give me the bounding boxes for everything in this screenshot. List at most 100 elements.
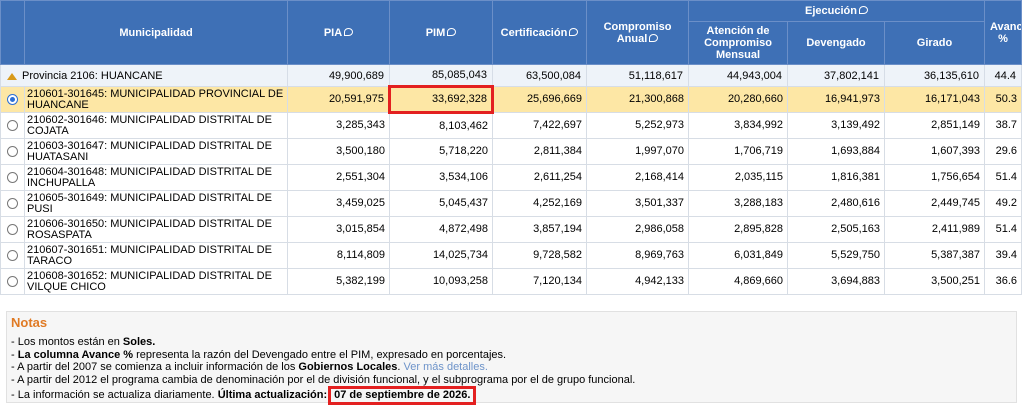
table-row[interactable]: 210606-301650: MUNICIPALIDAD DISTRITAL D… [0,216,1022,243]
row-atencion: 1,706,719 [688,138,788,165]
header-pim[interactable]: PIM [389,0,493,65]
row-radio-button[interactable] [7,197,18,209]
note-item: A partir del 2012 el programa cambia de … [11,374,1016,387]
last-update-date: 07 de septiembre de 2026. [328,386,477,405]
row-devengado: 1,816,381 [787,164,885,191]
table-row[interactable]: 210604-301648: MUNICIPALIDAD DISTRITAL D… [0,164,1022,191]
header-ejecucion[interactable]: Ejecución [688,0,985,22]
province-row[interactable]: Provincia 2106: HUANCANE 49,900,689 85,0… [0,64,1022,87]
table-row[interactable]: 210603-301647: MUNICIPALIDAD DISTRITAL D… [0,138,1022,165]
province-girado: 36,135,610 [884,64,985,87]
table-row[interactable]: 210608-301652: MUNICIPALIDAD DISTRITAL D… [0,268,1022,295]
header-radio-column [0,0,25,65]
row-radio-button[interactable] [7,223,18,235]
row-compromiso: 2,168,414 [586,164,689,191]
row-radio-cell[interactable] [0,112,25,139]
row-atencion: 2,035,115 [688,164,788,191]
row-compromiso: 1,997,070 [586,138,689,165]
row-radio-cell[interactable] [0,242,25,269]
row-girado: 3,500,251 [884,268,985,295]
header-municipalidad: Municipalidad [24,0,288,65]
row-compromiso: 2,986,058 [586,216,689,243]
table-row[interactable]: 210605-301649: MUNICIPALIDAD DISTRITAL D… [0,190,1022,217]
row-radio-button[interactable] [7,249,18,261]
row-certificacion: 9,728,582 [492,242,587,269]
row-radio-cell[interactable] [0,138,25,165]
row-pia: 3,500,180 [287,138,390,165]
row-radio-button[interactable] [7,171,18,183]
row-radio-button[interactable] [7,145,18,157]
row-radio-button[interactable] [7,275,18,287]
row-avance: 36.6 [984,268,1022,295]
row-radio-button[interactable] [7,119,18,131]
page: Provincia 2106: HUANCANE 49,900,689 85,0… [0,0,1024,405]
row-devengado: 5,529,750 [787,242,885,269]
table-row[interactable]: 210607-301651: MUNICIPALIDAD DISTRITAL D… [0,242,1022,269]
row-compromiso: 8,969,763 [586,242,689,269]
row-compromiso: 3,501,337 [586,190,689,217]
header-atencion: Atención de Compromiso Mensual [688,21,788,65]
row-certificacion: 25,696,669 [492,86,587,113]
row-radio-cell[interactable] [0,216,25,243]
row-pia: 20,591,975 [287,86,390,113]
row-certificacion: 4,252,169 [492,190,587,217]
info-icon[interactable] [649,33,659,42]
row-girado: 2,851,149 [884,112,985,139]
province-pia: 49,900,689 [287,64,390,87]
info-icon[interactable] [569,27,579,36]
row-pim: 4,872,498 [389,216,493,243]
row-atencion: 20,280,660 [688,86,788,113]
province-pim: 85,085,043 [389,64,493,87]
row-radio-cell[interactable] [0,190,25,217]
row-certificacion: 2,611,254 [492,164,587,191]
note-item: La columna Avance % representa la razón … [11,349,1016,362]
row-compromiso: 21,300,868 [586,86,689,113]
row-municipalidad: 210607-301651: MUNICIPALIDAD DISTRITAL D… [24,242,288,269]
notes-title: Notas [11,315,48,330]
header-devengado: Devengado [787,21,885,65]
row-radio-cell[interactable] [0,86,25,113]
row-avance: 29.6 [984,138,1022,165]
row-avance: 38.7 [984,112,1022,139]
info-icon[interactable] [447,27,457,36]
header-compromiso-anual[interactable]: Compromiso Anual [586,0,689,65]
info-icon[interactable] [858,6,868,14]
row-radio-button[interactable] [7,93,18,105]
note-item: A partir del 2007 se comienza a incluir … [11,361,1016,374]
notes-list: Los montos están en Soles. La columna Av… [7,336,1016,405]
table-row[interactable]: 210602-301646: MUNICIPALIDAD DISTRITAL D… [0,112,1022,139]
row-girado: 2,449,745 [884,190,985,217]
row-municipalidad: 210604-301648: MUNICIPALIDAD DISTRITAL D… [24,164,288,191]
row-atencion: 4,869,660 [688,268,788,295]
province-label[interactable]: Provincia 2106: HUANCANE [0,64,288,87]
row-avance: 51.4 [984,216,1022,243]
row-pim: 33,692,328 [388,85,494,114]
row-municipalidad: 210603-301647: MUNICIPALIDAD DISTRITAL D… [24,138,288,165]
row-avance: 39.4 [984,242,1022,269]
province-atencion: 44,943,004 [688,64,788,87]
info-icon[interactable] [344,27,354,36]
row-pia: 8,114,809 [287,242,390,269]
row-pim: 5,045,437 [389,190,493,217]
row-radio-cell[interactable] [0,268,25,295]
row-pia: 3,459,025 [287,190,390,217]
row-radio-cell[interactable] [0,164,25,191]
row-atencion: 3,834,992 [688,112,788,139]
row-pia: 5,382,199 [287,268,390,295]
row-compromiso: 5,252,973 [586,112,689,139]
table-row[interactable]: 210601-301645: MUNICIPALIDAD PROVINCIAL … [0,85,1022,114]
note-item: Los montos están en Soles. [11,336,1016,349]
row-avance: 49.2 [984,190,1022,217]
header-certificacion[interactable]: Certificación [492,0,587,65]
row-municipalidad: 210602-301646: MUNICIPALIDAD DISTRITAL D… [24,112,288,139]
row-certificacion: 3,857,194 [492,216,587,243]
row-pia: 3,285,343 [287,112,390,139]
row-certificacion: 7,422,697 [492,112,587,139]
ver-mas-detalles-link[interactable]: Ver más detalles. [404,361,488,373]
row-municipalidad: 210605-301649: MUNICIPALIDAD DISTRITAL D… [24,190,288,217]
row-girado: 5,387,387 [884,242,985,269]
row-avance: 51.4 [984,164,1022,191]
collapse-triangle-icon[interactable] [7,72,17,80]
header-pia[interactable]: PIA [287,0,390,65]
row-girado: 16,171,043 [884,86,985,113]
